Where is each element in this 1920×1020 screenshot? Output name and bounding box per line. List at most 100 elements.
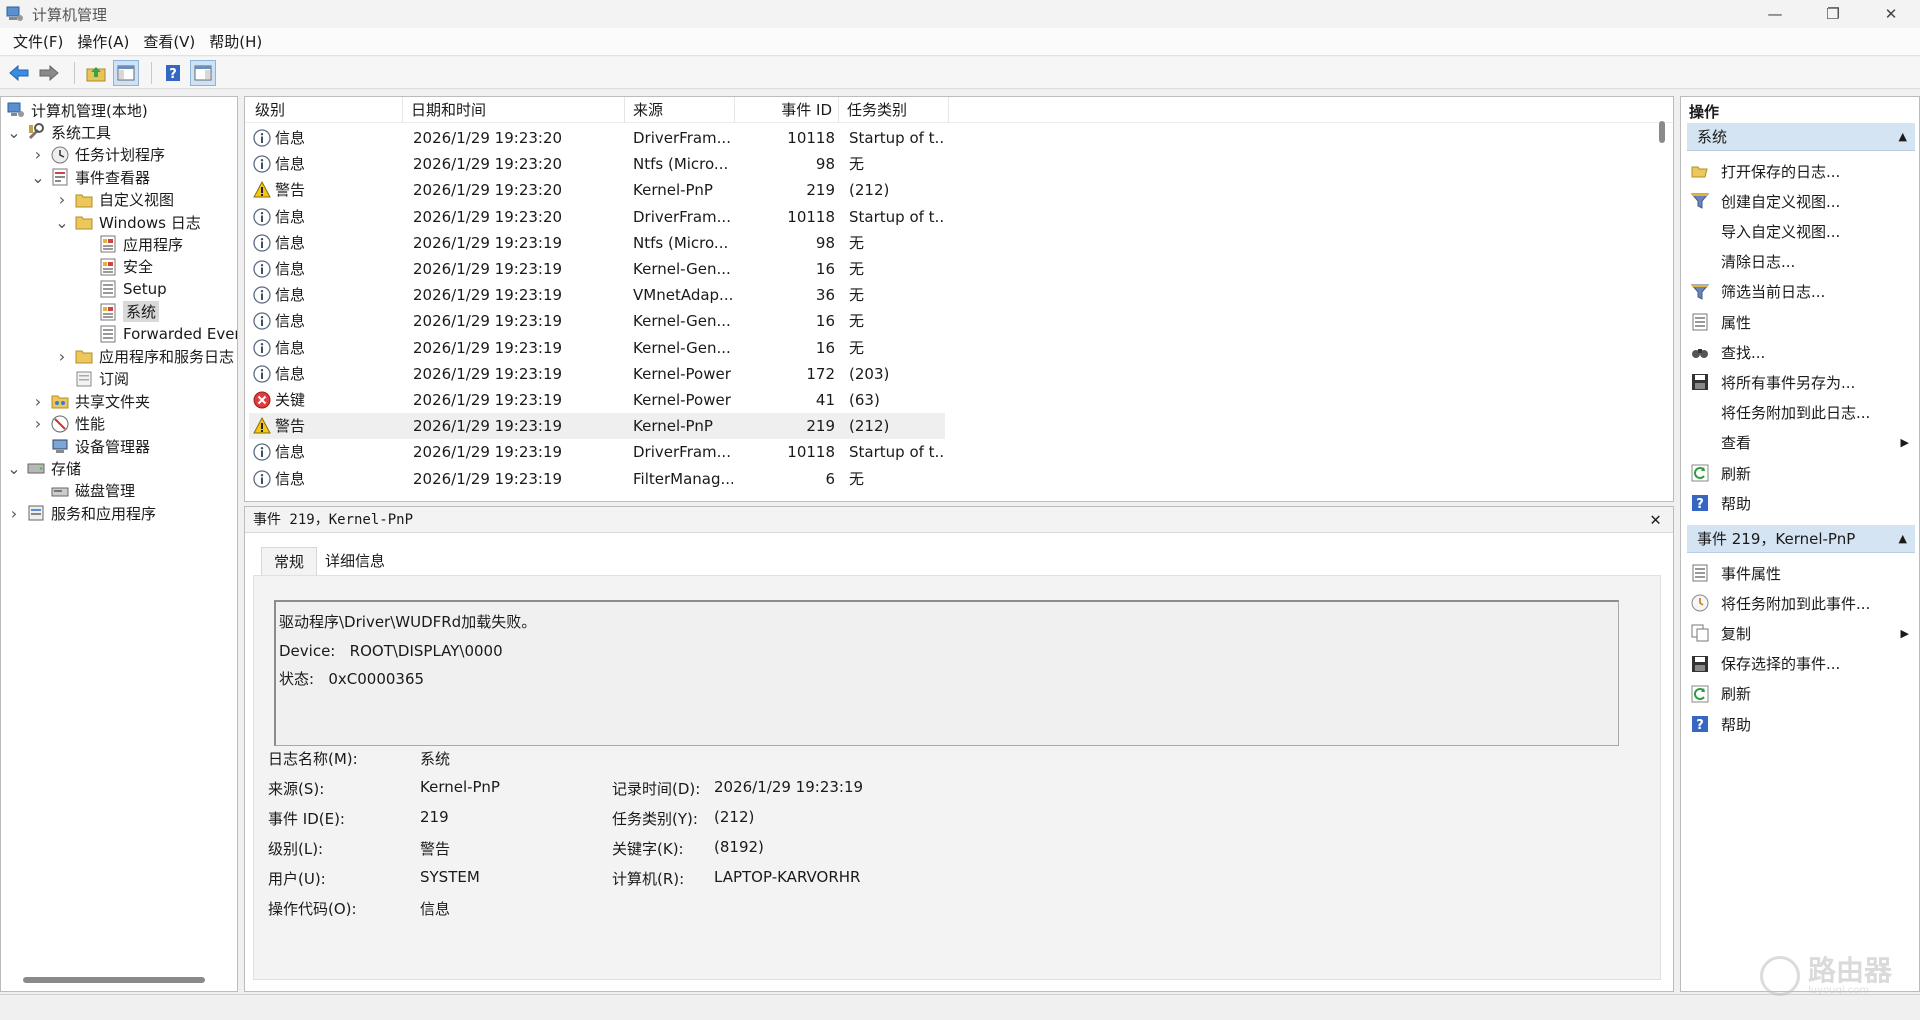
chevron-right-icon[interactable]: › xyxy=(55,190,69,209)
tab-general[interactable]: 常规 xyxy=(261,547,318,575)
action-item[interactable]: 将所有事件另存为... xyxy=(1691,369,1911,395)
show-hide-tree-button[interactable] xyxy=(113,59,139,86)
forward-button[interactable] xyxy=(36,60,62,86)
chevron-right-icon[interactable]: › xyxy=(31,145,45,164)
field-value[interactable]: 2026/1/29 19:23:19 xyxy=(714,778,863,796)
chevron-right-icon[interactable]: › xyxy=(31,392,45,411)
field-value[interactable]: 警告 xyxy=(420,838,450,859)
up-level-button[interactable] xyxy=(83,60,109,86)
chevron-down-icon[interactable]: ⌄ xyxy=(7,123,21,142)
actions-section-system[interactable]: 系统 ▲ xyxy=(1687,123,1915,151)
action-item[interactable]: 复制 ▶ xyxy=(1691,620,1911,646)
action-item[interactable]: 刷新 xyxy=(1691,681,1911,707)
table-row[interactable]: 信息 2026/1/29 19:23:20 Ntfs (Micro... 98 无 xyxy=(249,151,945,177)
tree-item[interactable]: Forwarded Even xyxy=(99,323,237,345)
tree-item[interactable]: › 任务计划程序 xyxy=(31,144,165,166)
field-value[interactable]: (8192) xyxy=(714,838,764,856)
action-item[interactable]: 属性 xyxy=(1691,309,1911,335)
collapse-triangle-icon[interactable]: ▲ xyxy=(1899,525,1907,553)
tree-item[interactable]: › 性能 xyxy=(31,413,105,435)
restore-button[interactable]: ❐ xyxy=(1804,0,1862,28)
actions-section-event[interactable]: 事件 219，Kernel-PnP ▲ xyxy=(1687,525,1915,553)
column-header-datetime[interactable]: 日期和时间 xyxy=(403,97,625,123)
action-item[interactable]: 查找... xyxy=(1691,339,1911,365)
menu-view[interactable]: 查看(V) xyxy=(136,31,202,52)
action-item[interactable]: 刷新 xyxy=(1691,460,1911,486)
tree-item[interactable]: 订阅 xyxy=(55,368,129,390)
table-row[interactable]: 信息 2026/1/29 19:23:19 Ntfs (Micro... 98 无 xyxy=(249,230,945,256)
tree-item[interactable]: ⌄ 系统工具 xyxy=(7,121,111,143)
minimize-button[interactable]: — xyxy=(1746,0,1804,28)
tree-item[interactable]: 系统 xyxy=(99,301,160,323)
tree-item[interactable]: 计算机管理(本地) xyxy=(7,99,148,121)
table-row[interactable]: 警告 2026/1/29 19:23:20 Kernel-PnP 219 (212) xyxy=(249,177,945,203)
action-item[interactable]: 查看 ▶ xyxy=(1691,430,1911,456)
action-item[interactable]: 保存选择的事件... xyxy=(1691,651,1911,677)
table-row[interactable]: 关键 2026/1/29 19:23:19 Kernel-Power 41 (63) xyxy=(249,387,945,413)
field-value[interactable]: 219 xyxy=(420,808,449,826)
vertical-scrollbar[interactable] xyxy=(1659,121,1665,143)
action-item[interactable]: 筛选当前日志... xyxy=(1690,279,1911,305)
table-row[interactable]: 信息 2026/1/29 19:23:19 DriverFram... 10118 St… xyxy=(249,439,945,465)
table-row[interactable]: 信息 2026/1/29 19:23:19 Kernel-Gen... 16 无 xyxy=(249,335,945,361)
field-value[interactable]: 信息 xyxy=(420,898,450,919)
chevron-right-icon[interactable]: › xyxy=(55,347,69,366)
field-value[interactable]: LAPTOP-KARVORHR xyxy=(714,868,860,886)
chevron-right-icon[interactable]: › xyxy=(7,504,21,523)
column-header-event-id[interactable]: 事件 ID xyxy=(735,97,839,123)
tree-item-label: 设备管理器 xyxy=(75,437,151,456)
table-row[interactable]: 信息 2026/1/29 19:23:20 DriverFram... 10118 St… xyxy=(249,204,945,230)
table-row[interactable]: 信息 2026/1/29 19:23:19 FilterManag... 6 无 xyxy=(249,466,945,492)
action-item[interactable]: 事件属性 xyxy=(1691,560,1911,586)
close-window-button[interactable]: ✕ xyxy=(1862,0,1920,28)
tree-item[interactable]: ⌄ 存储 xyxy=(7,457,81,479)
horizontal-scrollbar[interactable] xyxy=(23,977,205,983)
action-item[interactable]: 将任务附加到此事件... xyxy=(1691,590,1911,616)
tree-item[interactable]: 设备管理器 xyxy=(31,435,150,457)
tree-item[interactable]: › 自定义视图 xyxy=(55,189,174,211)
field-value[interactable]: Kernel-PnP xyxy=(420,778,500,796)
show-hide-action-pane-button[interactable] xyxy=(190,59,216,86)
menu-help[interactable]: 帮助(H) xyxy=(202,31,269,52)
chevron-down-icon[interactable]: ⌄ xyxy=(7,459,21,478)
chevron-right-icon[interactable]: › xyxy=(31,414,45,433)
column-header-level[interactable]: 级别 xyxy=(247,97,403,123)
close-detail-button[interactable]: ✕ xyxy=(1650,507,1661,533)
menu-file[interactable]: 文件(F) xyxy=(6,31,70,52)
tree-item[interactable]: ⌄ Windows 日志 xyxy=(55,211,200,233)
field-value[interactable]: (212) xyxy=(714,808,754,826)
collapse-triangle-icon[interactable]: ▲ xyxy=(1899,123,1907,151)
tree-item[interactable]: › 共享文件夹 xyxy=(31,390,150,412)
action-item[interactable]: ? 帮助 xyxy=(1691,490,1911,516)
column-header-task-category[interactable]: 任务类别 xyxy=(839,97,949,123)
tree-item[interactable]: 安全 xyxy=(99,256,153,278)
tree-item[interactable]: › 服务和应用程序 xyxy=(7,502,156,524)
tree-item[interactable]: 应用程序 xyxy=(99,233,183,255)
event-message-box[interactable]: 驱动程序\Driver\WUDFRd加载失败。 Device: ROOT\DIS… xyxy=(274,600,1619,746)
chevron-down-icon[interactable]: ⌄ xyxy=(31,168,45,187)
table-row[interactable]: 信息 2026/1/29 19:23:19 Kernel-Gen... 16 无 xyxy=(249,308,945,334)
tree-item[interactable]: › 应用程序和服务日志 xyxy=(55,345,234,367)
table-row[interactable]: 信息 2026/1/29 19:23:19 Kernel-Power 172 (203) xyxy=(249,361,945,387)
chevron-down-icon[interactable]: ⌄ xyxy=(55,213,69,232)
tree-item[interactable]: ⌄ 事件查看器 xyxy=(31,166,150,188)
action-item[interactable]: 导入自定义视图... xyxy=(1691,218,1911,244)
table-row[interactable]: 信息 2026/1/29 19:23:19 VMnetAdap... 36 无 xyxy=(249,282,945,308)
help-toolbar-button[interactable]: ? xyxy=(160,60,186,86)
column-header-source[interactable]: 来源 xyxy=(625,97,735,123)
action-item[interactable]: 创建自定义视图... xyxy=(1690,188,1911,214)
field-value[interactable]: 系统 xyxy=(420,748,450,769)
back-button[interactable] xyxy=(6,60,32,86)
tree-item[interactable]: Setup xyxy=(99,278,167,300)
action-item[interactable]: ? 帮助 xyxy=(1691,711,1911,737)
tree-item[interactable]: 磁盘管理 xyxy=(31,480,135,502)
tab-details[interactable]: 详细信息 xyxy=(313,547,397,575)
table-row[interactable]: 信息 2026/1/29 19:23:19 Kernel-Gen... 16 无 xyxy=(249,256,945,282)
action-item[interactable]: 打开保存的日志... xyxy=(1691,158,1911,184)
table-row[interactable]: 警告 2026/1/29 19:23:19 Kernel-PnP 219 (212) xyxy=(249,413,945,440)
action-item[interactable]: 清除日志... xyxy=(1691,249,1911,275)
field-value[interactable]: SYSTEM xyxy=(420,868,480,886)
action-item[interactable]: 将任务附加到此日志... xyxy=(1691,400,1911,426)
table-row[interactable]: 信息 2026/1/29 19:23:20 DriverFram... 10118 St… xyxy=(249,125,945,151)
menu-action[interactable]: 操作(A) xyxy=(70,31,136,52)
